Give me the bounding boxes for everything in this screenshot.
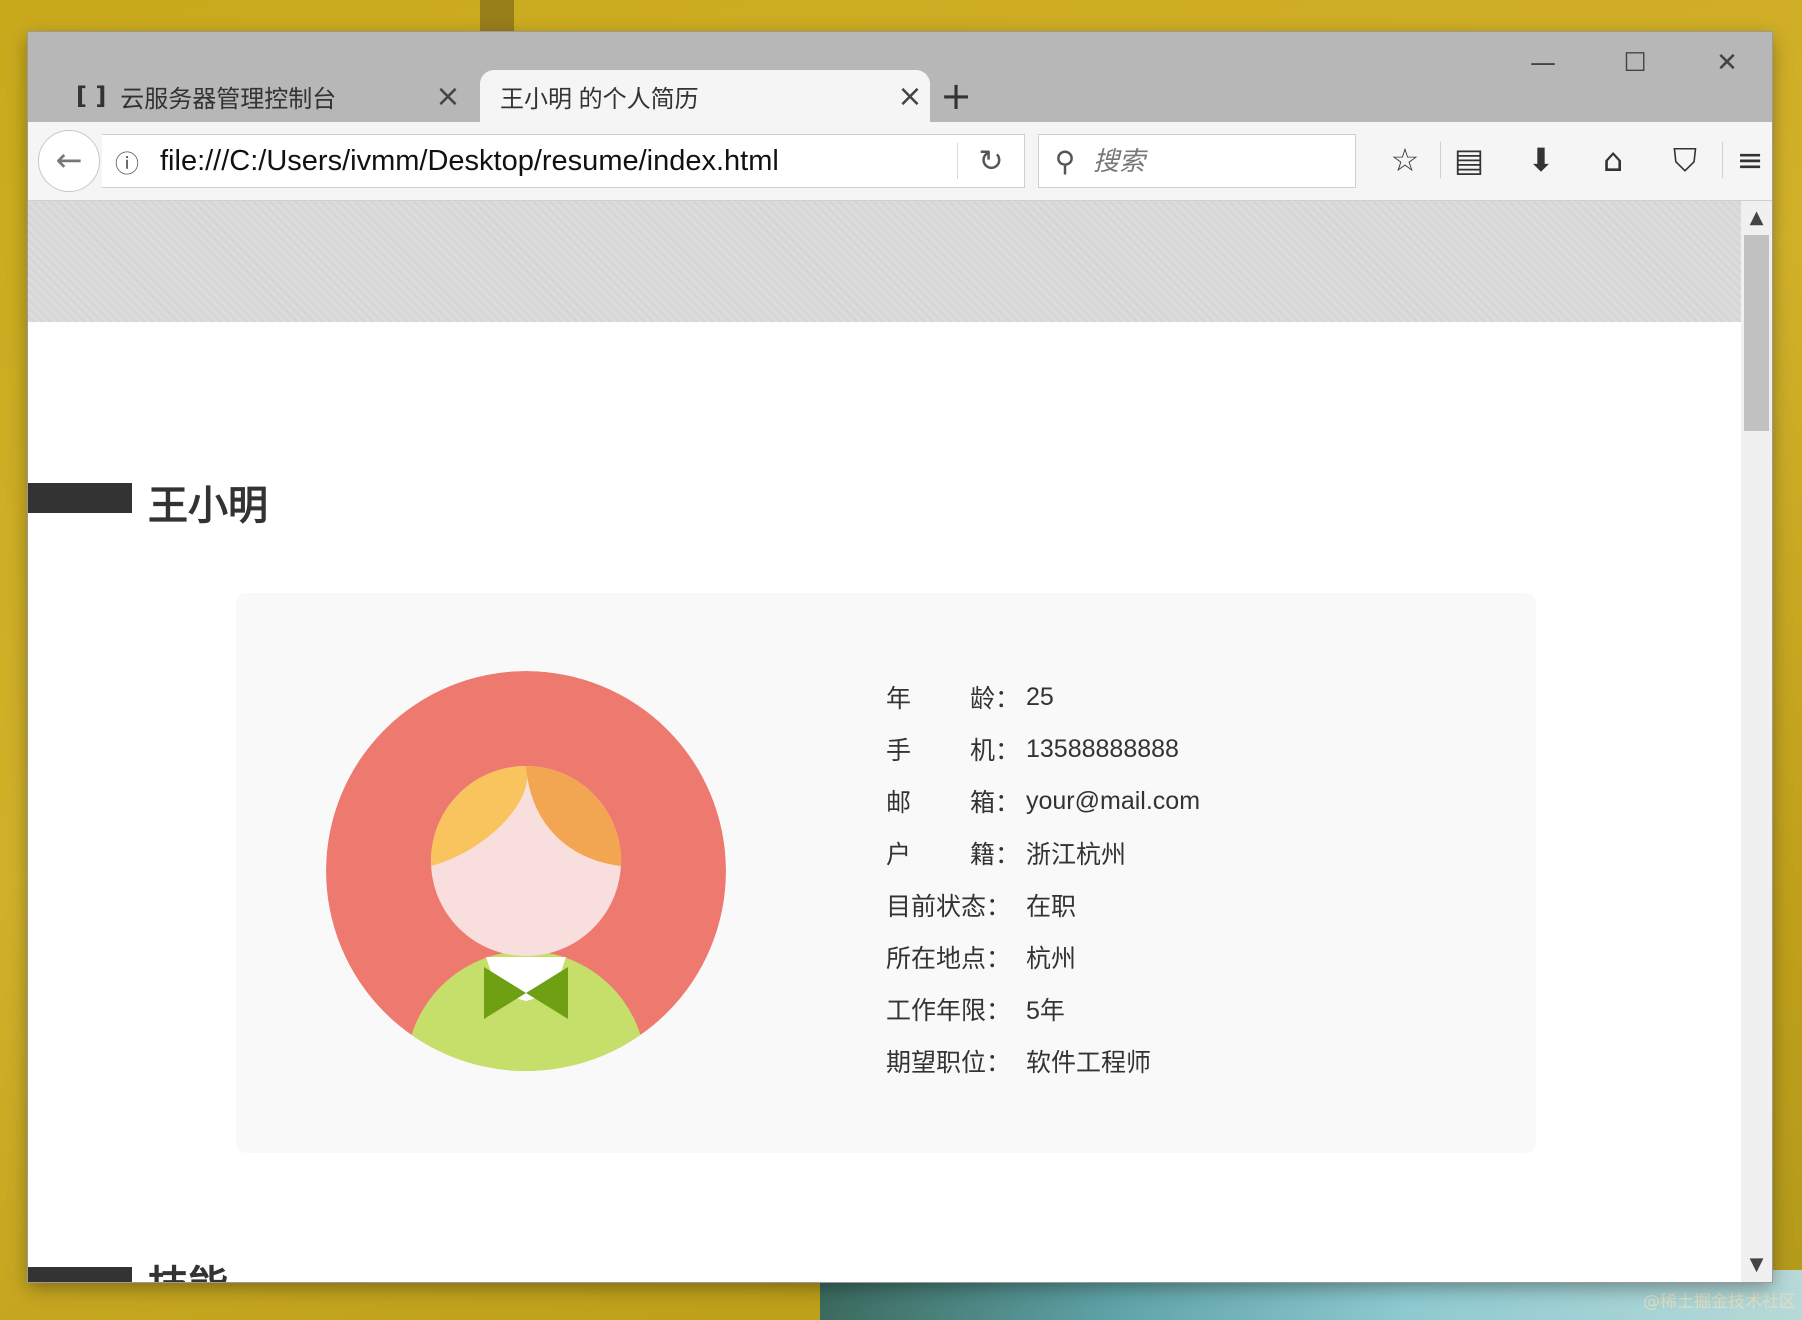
info-label-part: 机： xyxy=(969,737,1020,765)
info-row: 所在地点： 杭州 xyxy=(886,931,1200,983)
info-label-part: 所在地点： xyxy=(886,945,1012,973)
scroll-down-icon[interactable]: ▼ xyxy=(1741,1248,1772,1282)
info-icon[interactable]: ⓘ xyxy=(102,144,152,179)
menu-icon[interactable]: ≡ xyxy=(1730,136,1770,184)
browser-window: [ ] 云服务器管理控制台 × 王小明 的个人简历 × + — ☐ ✕ ← ⓘ … xyxy=(28,32,1772,1282)
info-value: 13588888888 xyxy=(1026,734,1179,763)
page-viewport: 王小明 年龄： 25 手机： 13588888888 邮箱： your@mail.com 户… xyxy=(28,201,1741,1282)
info-value: your@mail.com xyxy=(1026,786,1201,815)
info-row: 年 龄： 25 xyxy=(886,671,1200,723)
info-row: 手 机： 13588888888 xyxy=(886,723,1200,775)
search-input[interactable] xyxy=(1091,144,1335,178)
tab-title: 王小明 的个人简历 xyxy=(500,85,699,113)
search-icon: ⚲ xyxy=(1054,144,1076,178)
tab-resume[interactable]: 王小明 的个人简历 × xyxy=(480,70,930,122)
download-icon[interactable]: ⬇ xyxy=(1514,136,1568,184)
scroll-thumb[interactable] xyxy=(1744,235,1769,431)
tab-title: 云服务器管理控制台 xyxy=(120,85,337,113)
bookmark-star-icon[interactable]: ☆ xyxy=(1378,136,1432,184)
cloud-console-icon: [ ] xyxy=(76,82,107,110)
tab-bar: [ ] 云服务器管理控制台 × 王小明 的个人简历 × + — ☐ ✕ xyxy=(28,32,1772,122)
info-label: 工作年限： xyxy=(886,991,1026,1027)
info-label-part: 年 xyxy=(886,685,912,713)
info-label-part: 工作年限： xyxy=(886,997,1012,1025)
info-row: 邮 箱： your@mail.com xyxy=(886,775,1200,827)
info-value: 杭州 xyxy=(1026,945,1077,973)
nav-toolbar: ← ⓘ file:///C:/Users/ivmm/Desktop/resume… xyxy=(28,122,1772,201)
reading-list-icon[interactable]: ▤ xyxy=(1442,136,1496,184)
info-label: 邮 箱： xyxy=(886,783,1026,819)
maximize-button[interactable]: ☐ xyxy=(1590,40,1680,86)
back-button[interactable]: ← xyxy=(38,130,100,192)
close-icon[interactable]: × xyxy=(890,79,930,114)
profile-card: 年 龄： 25 手 机： 13588888888 邮 箱： your@mail.com 户 籍： 浙江… xyxy=(236,593,1536,1153)
info-label: 手 机： xyxy=(886,731,1026,767)
info-row: 户 籍： 浙江杭州 xyxy=(886,827,1200,879)
scroll-up-icon[interactable]: ▲ xyxy=(1741,201,1772,235)
section-marker xyxy=(28,483,132,513)
info-value: 5年 xyxy=(1026,997,1065,1025)
section-title-skills: 技能 xyxy=(148,1253,228,1282)
divider xyxy=(1440,142,1441,178)
desktop-background-streak xyxy=(480,0,514,34)
info-label-part: 目前状态： xyxy=(886,893,1012,921)
info-label-part: 龄： xyxy=(969,685,1020,713)
vertical-scrollbar[interactable]: ▲ ▼ xyxy=(1741,201,1772,1282)
window-close-button[interactable]: ✕ xyxy=(1682,40,1772,86)
info-label: 目前状态： xyxy=(886,887,1026,923)
home-icon[interactable]: ⌂ xyxy=(1586,136,1640,184)
pocket-icon[interactable]: ⛉ xyxy=(1658,136,1712,184)
info-label-part: 箱： xyxy=(969,789,1020,817)
section-marker xyxy=(28,1267,132,1282)
info-row: 工作年限： 5年 xyxy=(886,983,1200,1035)
info-value: 浙江杭州 xyxy=(1026,841,1127,869)
new-tab-button[interactable]: + xyxy=(930,70,982,122)
info-label: 期望职位： xyxy=(886,1043,1026,1079)
watermark: @稀土掘金技术社区 xyxy=(1643,1292,1796,1312)
avatar xyxy=(326,671,726,1071)
info-label: 年 龄： xyxy=(886,679,1026,715)
close-icon[interactable]: × xyxy=(428,79,468,114)
info-value: 软件工程师 xyxy=(1026,1049,1152,1077)
resume-name: 王小明 xyxy=(148,484,268,528)
info-value: 25 xyxy=(1026,682,1054,711)
info-row: 目前状态： 在职 xyxy=(886,879,1200,931)
info-label-part: 邮 xyxy=(886,789,912,817)
tab-cloud-console[interactable]: [ ] 云服务器管理控制台 × xyxy=(28,70,468,122)
minimize-button[interactable]: — xyxy=(1498,40,1588,86)
info-label-part: 期望职位： xyxy=(886,1049,1012,1077)
reload-icon[interactable]: ↻ xyxy=(958,144,1024,179)
url-text[interactable]: file:///C:/Users/ivmm/Desktop/resume/ind… xyxy=(152,145,957,178)
info-row: 期望职位： 软件工程师 xyxy=(886,1035,1200,1087)
info-label-part: 手 xyxy=(886,737,912,765)
info-label-part: 籍： xyxy=(969,841,1020,869)
info-value: 在职 xyxy=(1026,893,1077,921)
page-banner xyxy=(28,201,1741,322)
profile-info-list: 年 龄： 25 手 机： 13588888888 邮 箱： your@mail.com 户 籍： 浙江… xyxy=(886,671,1200,1087)
info-label-part: 户 xyxy=(886,841,912,869)
info-label: 所在地点： xyxy=(886,939,1026,975)
info-label: 户 籍： xyxy=(886,835,1026,871)
search-box[interactable]: ⚲ xyxy=(1038,134,1356,188)
divider xyxy=(1722,142,1723,178)
url-bar[interactable]: ⓘ file:///C:/Users/ivmm/Desktop/resume/i… xyxy=(102,134,1025,188)
